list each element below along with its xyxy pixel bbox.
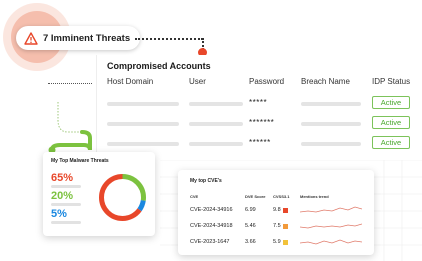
column-password: Password (249, 77, 285, 86)
malware-donut-chart (99, 174, 146, 221)
breach-name-placeholder (301, 102, 361, 106)
severity-indicator (283, 224, 288, 229)
host-domain-placeholder (107, 142, 179, 146)
malware-connector-dotted (48, 83, 92, 84)
dve-score: 3.66 (245, 239, 256, 245)
mentions-trend-sparkline (300, 239, 362, 245)
malware-bar-2 (51, 203, 81, 206)
malware-percent-1: 65% (51, 172, 74, 184)
status-badge[interactable]: Active (372, 116, 410, 129)
top-cves-card[interactable]: My top CVE's CVE DVE Score CVSS3.1 Menti… (178, 170, 374, 255)
warning-triangle-icon (24, 31, 38, 45)
cve-card-title: My top CVE's (190, 178, 222, 184)
cve-id: CVE-2024-34918 (190, 223, 233, 229)
compromised-accounts-title: Compromised Accounts (107, 61, 211, 71)
account-row[interactable]: ****** Active (97, 135, 422, 153)
threat-connector-line (135, 38, 203, 40)
column-breach-name: Breach Name (301, 77, 350, 86)
column-user: User (189, 77, 206, 86)
column-idp-status: IDP Status (372, 77, 411, 86)
breach-name-placeholder (301, 122, 361, 126)
column-cvss: CVSS3.1 (273, 194, 290, 199)
compromised-accounts-panel: Compromised Accounts Host Domain User Pa… (96, 55, 422, 160)
column-mentions-trend: Mentions trend (300, 194, 329, 199)
column-host-domain: Host Domain (107, 77, 154, 86)
dve-score: 5.46 (245, 223, 256, 229)
account-row[interactable]: ***** Active (97, 95, 422, 113)
malware-percent-3: 5% (51, 208, 67, 220)
cvss-score: 7.5 (273, 223, 281, 229)
status-badge[interactable]: Active (372, 96, 410, 109)
host-domain-placeholder (107, 122, 179, 126)
column-dve-score: DVE Score (245, 194, 266, 199)
cve-row[interactable]: CVE-2024-34916 6.99 9.8 (178, 205, 374, 219)
cve-id: CVE-2023-1647 (190, 239, 230, 245)
cvss-score: 5.9 (273, 239, 281, 245)
user-placeholder (189, 102, 243, 106)
breach-name-placeholder (301, 142, 361, 146)
status-badge[interactable]: Active (372, 136, 410, 149)
user-placeholder (189, 142, 243, 146)
cve-row[interactable]: CVE-2024-34918 5.46 7.5 (178, 221, 374, 235)
password-mask: ***** (249, 98, 268, 107)
severity-indicator (283, 208, 288, 213)
password-mask: ******* (249, 118, 275, 127)
malware-percent-2: 20% (51, 190, 74, 202)
malware-bar-3 (51, 221, 81, 224)
malware-card-title: My Top Malware Threats (51, 158, 109, 164)
column-cve: CVE (190, 194, 199, 199)
cve-row[interactable]: CVE-2023-1647 3.66 5.9 (178, 237, 374, 251)
password-mask: ****** (249, 138, 271, 147)
mentions-trend-sparkline (300, 223, 362, 229)
mentions-trend-sparkline (300, 206, 362, 213)
cvss-score: 9.8 (273, 207, 281, 213)
malware-bar-1 (51, 185, 81, 188)
host-domain-placeholder (107, 102, 179, 106)
imminent-threats-badge[interactable]: 7 Imminent Threats (16, 26, 141, 50)
user-placeholder (189, 122, 243, 126)
account-row[interactable]: ******* Active (97, 115, 422, 133)
top-malware-threats-card[interactable]: My Top Malware Threats 65% 20% 5% (43, 152, 155, 236)
dve-score: 6.99 (245, 207, 256, 213)
cve-id: CVE-2024-34916 (190, 207, 233, 213)
threat-count-label: 7 Imminent Threats (43, 32, 131, 44)
severity-indicator (283, 240, 288, 245)
